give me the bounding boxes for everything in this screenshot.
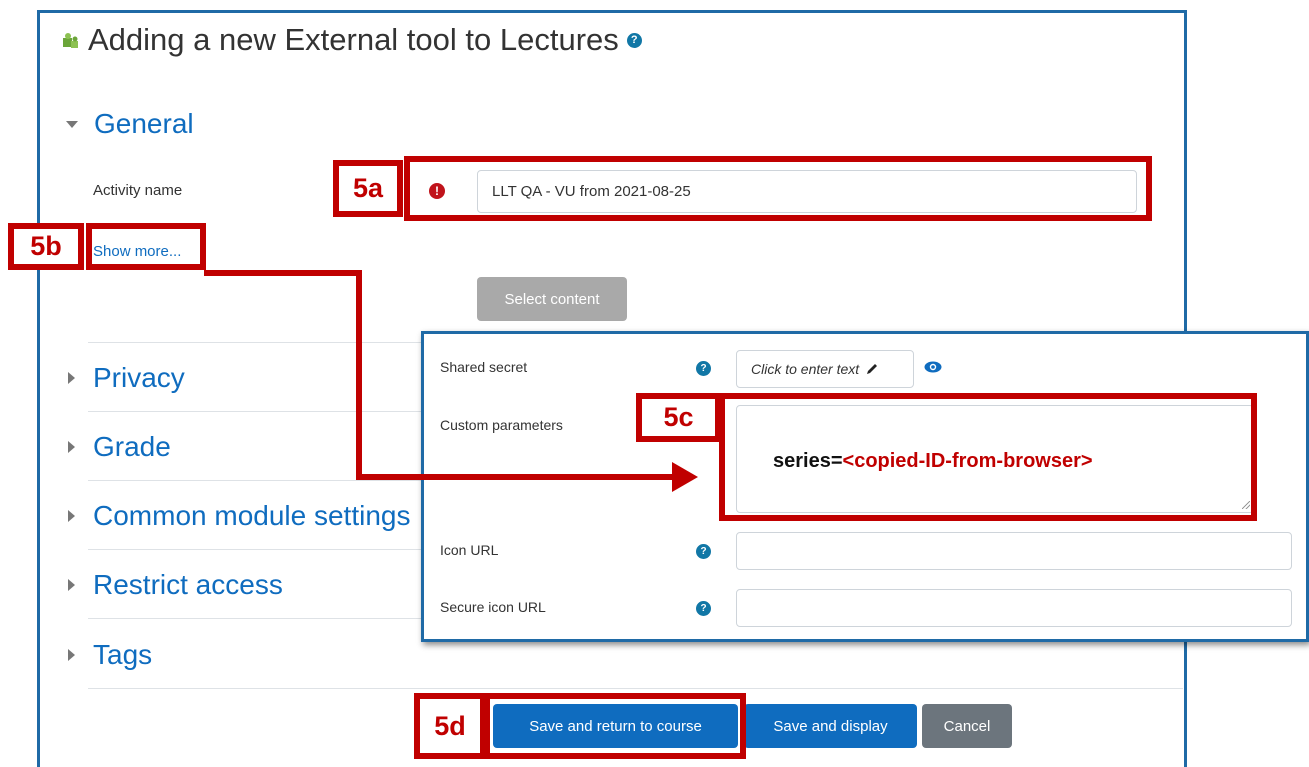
annotation-box-5b <box>86 223 206 270</box>
section-tags-label: Tags <box>93 639 153 670</box>
section-grade-label: Grade <box>93 431 171 462</box>
annotation-box-5c <box>719 393 1257 521</box>
caret-right-icon <box>68 441 75 453</box>
eye-icon[interactable] <box>924 361 942 373</box>
annotation-tag-5b: 5b <box>8 223 84 270</box>
puzzle-icon <box>63 33 78 48</box>
shared-secret-placeholder: Click to enter text <box>751 361 860 377</box>
help-icon[interactable]: ? <box>696 601 711 616</box>
annotation-box-5a <box>404 156 1152 221</box>
select-content-button[interactable]: Select content <box>477 277 627 321</box>
caret-right-icon <box>68 510 75 522</box>
save-and-display-button[interactable]: Save and display <box>744 704 917 748</box>
annotation-tag-5a: 5a <box>333 160 403 217</box>
section-grade[interactable]: Grade <box>66 431 171 463</box>
section-common-module-settings-label: Common module settings <box>93 500 411 531</box>
section-common-module-settings[interactable]: Common module settings <box>66 500 410 532</box>
caret-down-icon <box>66 120 78 128</box>
section-general-label: General <box>94 108 194 139</box>
annotation-tag-5c: 5c <box>636 393 721 442</box>
page-title: Adding a new External tool to Lectures ? <box>60 22 642 58</box>
activity-name-label: Activity name <box>93 182 183 199</box>
cancel-button[interactable]: Cancel <box>922 704 1012 748</box>
shared-secret-field[interactable]: Click to enter text <box>736 350 914 388</box>
icon-url-input[interactable] <box>736 532 1292 570</box>
section-tags[interactable]: Tags <box>66 639 152 671</box>
section-restrict-access-label: Restrict access <box>93 569 283 600</box>
secure-icon-url-label: Secure icon URL <box>440 599 546 615</box>
help-icon[interactable]: ? <box>696 544 711 559</box>
section-privacy[interactable]: Privacy <box>66 362 185 394</box>
page-title-text: Adding a new External tool to Lectures <box>88 22 619 57</box>
section-privacy-label: Privacy <box>93 362 185 393</box>
caret-right-icon <box>68 579 75 591</box>
section-general[interactable]: General <box>66 108 194 140</box>
annotation-box-5d <box>484 693 746 759</box>
shared-secret-label: Shared secret <box>440 359 528 375</box>
caret-right-icon <box>68 649 75 661</box>
help-icon[interactable]: ? <box>696 361 711 376</box>
caret-right-icon <box>68 372 75 384</box>
secure-icon-url-input[interactable] <box>736 589 1292 627</box>
section-restrict-access[interactable]: Restrict access <box>66 569 283 601</box>
icon-url-label: Icon URL <box>440 542 499 558</box>
annotation-tag-5d: 5d <box>414 693 486 759</box>
help-icon[interactable]: ? <box>626 32 642 48</box>
custom-parameters-label: Custom parameters <box>440 417 563 433</box>
pencil-icon <box>867 364 878 374</box>
divider <box>88 688 1183 689</box>
